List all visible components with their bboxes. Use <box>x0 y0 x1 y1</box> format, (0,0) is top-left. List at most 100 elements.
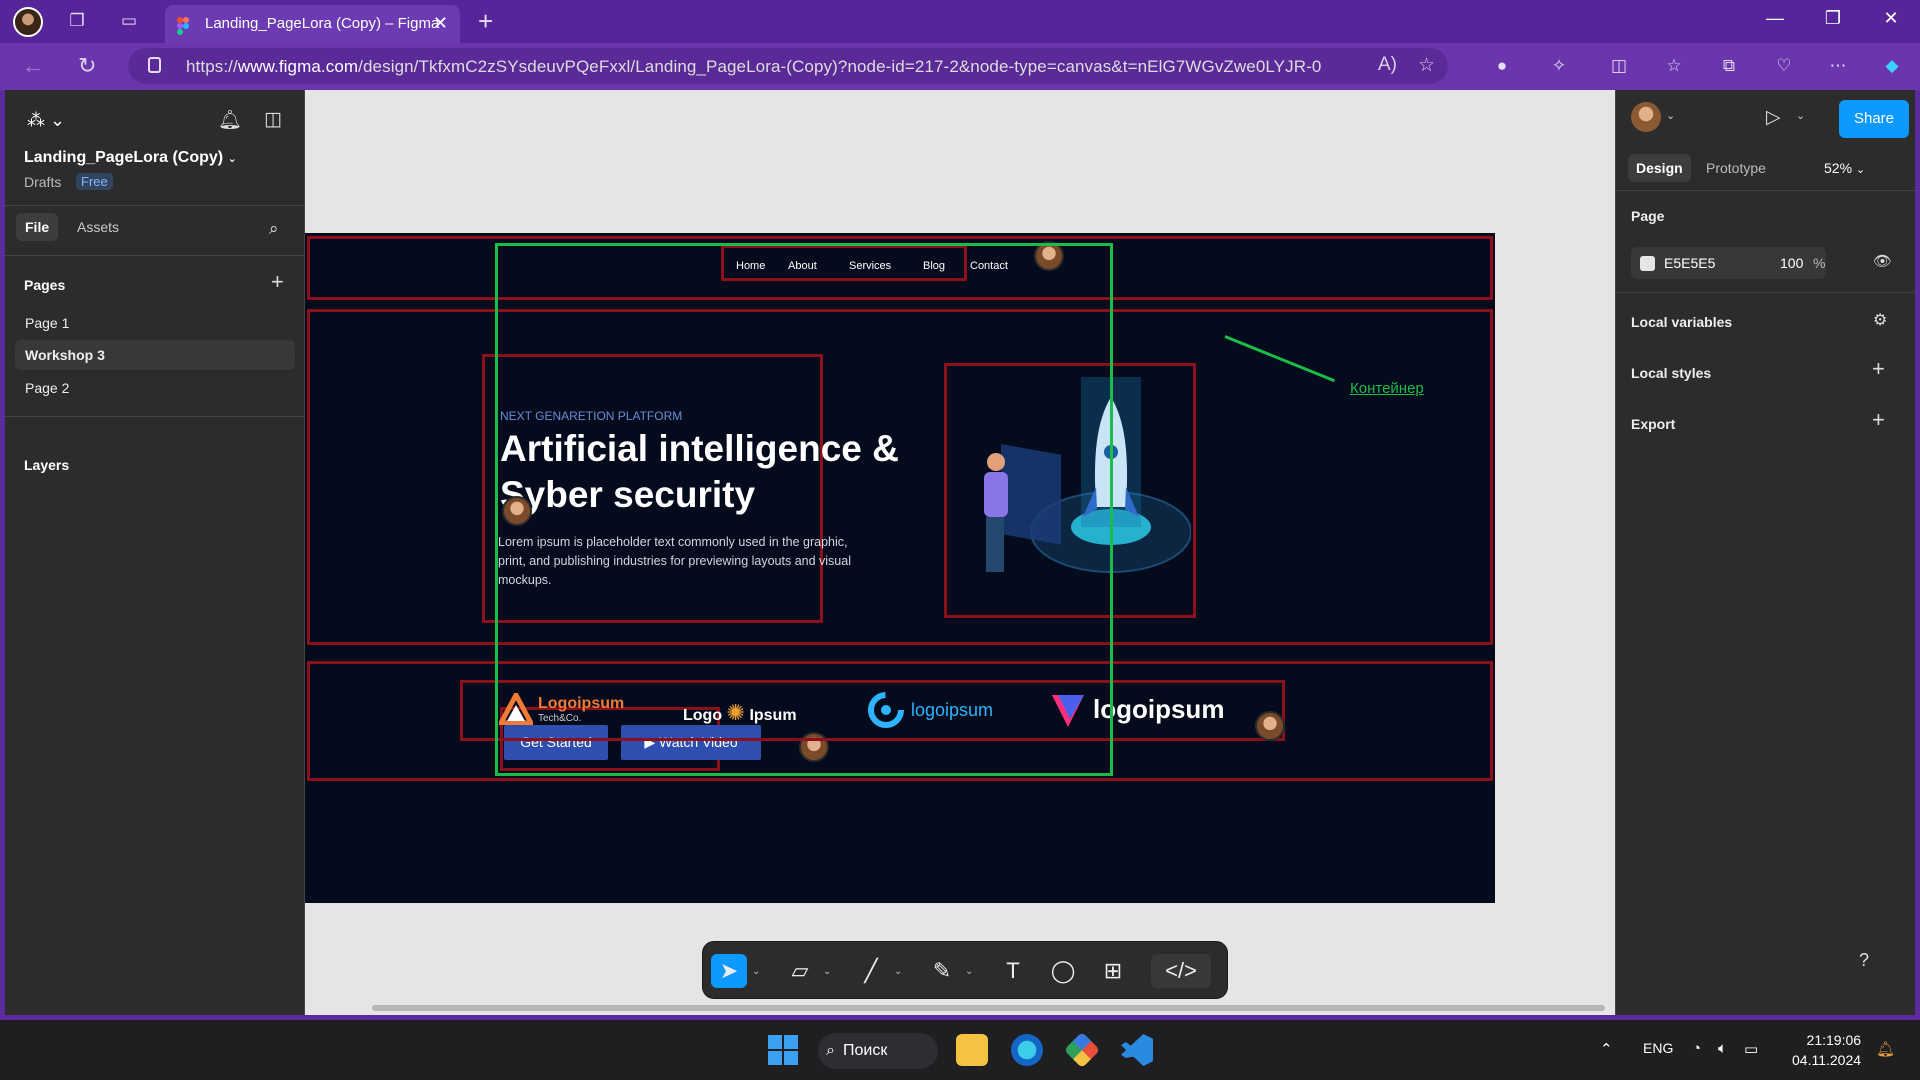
frame-tool-icon[interactable]: ▱ <box>782 954 818 988</box>
edge-browser-icon[interactable] <box>1011 1034 1043 1066</box>
add-export-icon[interactable]: + <box>1872 407 1885 433</box>
layers-title: Layers <box>24 457 70 473</box>
figma-favicon-icon <box>177 17 189 35</box>
move-tool-dropdown-icon[interactable]: ⌄ <box>752 966 760 977</box>
tab-file[interactable]: File <box>16 213 59 241</box>
pen-tool-icon[interactable]: ✎ <box>924 954 960 988</box>
tray-overflow-icon[interactable]: ⌃ <box>1600 1040 1613 1058</box>
search-icon[interactable]: ⌕ <box>269 219 279 239</box>
file-location[interactable]: Drafts <box>24 174 61 190</box>
collections-icon[interactable]: ⧉ <box>1717 54 1741 78</box>
tab-actions-icon[interactable]: ▭ <box>118 10 140 32</box>
divider <box>1616 292 1916 293</box>
container-annotation[interactable]: Контейнер <box>1350 380 1424 397</box>
notifications-bell-icon[interactable]: 🔔︎ <box>218 108 242 132</box>
move-tool-icon[interactable]: ➤ <box>711 954 747 988</box>
shape-tool-dropdown-icon[interactable]: ⌄ <box>894 966 902 977</box>
zoom-level[interactable]: 52% ⌄ <box>1816 154 1873 182</box>
toggle-sidebar-icon[interactable]: ◫ <box>264 108 282 131</box>
page-background-color-field[interactable]: E5E5E5 100 % <box>1631 247 1826 279</box>
favorites-icon[interactable]: ☆ <box>1662 54 1686 78</box>
wifi-icon[interactable]: ◔ <box>1692 1040 1701 1057</box>
opacity-unit: % <box>1813 255 1826 271</box>
plan-badge: Free <box>76 173 113 190</box>
tab-close-icon[interactable]: ✕ <box>433 13 448 34</box>
local-styles-title[interactable]: Local styles <box>1631 365 1711 381</box>
language-indicator[interactable]: ENG <box>1643 1040 1673 1056</box>
file-explorer-icon[interactable] <box>956 1034 988 1066</box>
url-field[interactable]: https://www.figma.com/design/TkfxmC2zSYs… <box>128 48 1448 84</box>
opacity-value[interactable]: 100 <box>1780 255 1803 271</box>
new-tab-icon[interactable]: + <box>478 6 493 37</box>
window-close-icon[interactable]: ✕ <box>1876 8 1906 29</box>
copilot-icon[interactable]: ◆ <box>1880 54 1904 78</box>
line-tool-icon[interactable]: ╱ <box>853 954 889 988</box>
browser-tab-bar: ❐ ▭ Landing_PageLora (Copy) – Figma ✕ + … <box>0 0 1920 43</box>
browser-profile-avatar[interactable] <box>13 7 43 37</box>
canvas[interactable]: Home About Services Blog Contact NEXT GE… <box>305 90 1615 1015</box>
share-button[interactable]: Share <box>1839 100 1909 138</box>
avatar-dropdown-icon[interactable]: ⌄ <box>1666 109 1675 122</box>
add-style-icon[interactable]: + <box>1872 356 1885 382</box>
reload-icon[interactable]: ↻ <box>78 53 96 79</box>
read-aloud-icon[interactable]: A) <box>1378 54 1397 76</box>
vscode-icon[interactable] <box>1121 1034 1153 1066</box>
extensions-puzzle-icon[interactable]: ✧ <box>1547 54 1571 78</box>
back-icon[interactable]: ← <box>22 53 44 79</box>
add-page-icon[interactable]: + <box>271 269 284 295</box>
notification-bell-icon[interactable]: 🔔︎ <box>1876 1040 1895 1058</box>
maximize-icon[interactable]: ❐ <box>1818 8 1848 29</box>
page-item-page-2[interactable]: Page 2 <box>15 373 295 403</box>
present-icon[interactable]: ▷ <box>1766 106 1781 129</box>
visibility-eye-icon[interactable]: 👁︎ <box>1873 252 1892 270</box>
minimize-icon[interactable]: — <box>1760 8 1790 29</box>
bottom-toolbar: ➤ ⌄ ▱ ⌄ ╱ ⌄ ✎ ⌄ T ◯ ⊞ </> <box>702 941 1228 999</box>
container-selection-box[interactable] <box>495 243 1113 776</box>
tab-design[interactable]: Design <box>1628 154 1691 182</box>
left-panel: ⁂ ⌄ 🔔︎ ◫ Landing_PageLora (Copy) ⌄ Draft… <box>5 90 305 1015</box>
divider <box>5 255 305 256</box>
export-title[interactable]: Export <box>1631 416 1675 432</box>
tab-assets[interactable]: Assets <box>68 213 128 241</box>
more-menu-icon[interactable]: ⋯ <box>1826 54 1850 78</box>
app-diamond-icon[interactable] <box>1063 1031 1101 1069</box>
figma-menu-icon[interactable]: ⁂ ⌄ <box>27 110 65 131</box>
resources-tool-icon[interactable]: ⊞ <box>1095 954 1131 988</box>
variables-settings-icon[interactable]: ⚙︎ <box>1873 310 1887 330</box>
divider <box>5 205 305 206</box>
local-variables-title[interactable]: Local variables <box>1631 314 1732 330</box>
extension-icon[interactable]: ● <box>1490 54 1514 78</box>
help-button[interactable]: ? <box>1847 943 1881 977</box>
horizontal-scrollbar[interactable] <box>372 1005 1605 1011</box>
volume-icon[interactable]: 🔈︎ <box>1718 1040 1727 1057</box>
windows-start-icon[interactable] <box>768 1035 798 1065</box>
comment-tool-icon[interactable]: ◯ <box>1045 954 1081 988</box>
taskbar-search[interactable]: ⌕ Поиск <box>818 1033 938 1069</box>
present-dropdown-icon[interactable]: ⌄ <box>1796 109 1805 122</box>
pages-title: Pages <box>24 277 66 293</box>
user-avatar[interactable] <box>1631 102 1661 132</box>
browser-tab-figma[interactable]: Landing_PageLora (Copy) – Figma ✕ <box>165 5 460 43</box>
workspaces-icon[interactable]: ❐ <box>66 10 88 32</box>
lock-icon <box>148 57 161 73</box>
split-screen-icon[interactable]: ◫ <box>1607 54 1631 78</box>
tab-prototype[interactable]: Prototype <box>1698 154 1774 182</box>
dev-mode-toggle-icon[interactable]: </> <box>1151 954 1211 988</box>
page-item-workshop-3[interactable]: Workshop 3 <box>15 340 295 370</box>
right-panel: ⌄ ▷ ⌄ Share Design Prototype 52% ⌄ Page … <box>1615 90 1916 1015</box>
frame-tool-dropdown-icon[interactable]: ⌄ <box>823 966 831 977</box>
collaborator-cursor-avatar <box>1255 711 1285 741</box>
pen-tool-dropdown-icon[interactable]: ⌄ <box>965 966 973 977</box>
text-tool-icon[interactable]: T <box>995 954 1031 988</box>
url-text: https://www.figma.com/design/TkfxmC2zSYs… <box>186 57 1322 76</box>
favorite-star-icon[interactable]: ☆ <box>1418 54 1435 77</box>
taskbar-clock[interactable]: 21:19:06 04.11.2024 <box>1792 1030 1861 1070</box>
color-swatch[interactable] <box>1640 256 1655 271</box>
battery-icon[interactable]: ▭ <box>1744 1040 1758 1058</box>
color-hex-value[interactable]: E5E5E5 <box>1664 255 1715 271</box>
search-icon: ⌕ <box>826 1042 835 1059</box>
page-item-page-1[interactable]: Page 1 <box>15 308 295 338</box>
file-name[interactable]: Landing_PageLora (Copy) ⌄ <box>24 149 237 167</box>
divider <box>1616 190 1916 191</box>
browser-essentials-icon[interactable]: ♡ <box>1772 54 1796 78</box>
